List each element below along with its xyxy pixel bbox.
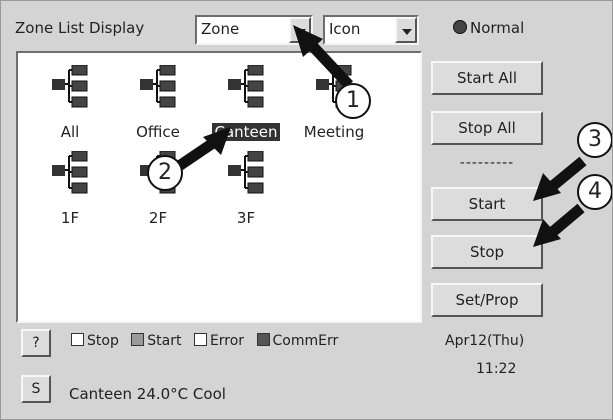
callout-4: 4 bbox=[577, 174, 612, 210]
callout-3: 3 bbox=[577, 122, 612, 158]
callout-2: 2 bbox=[147, 155, 183, 191]
annotation-arrows bbox=[175, 25, 587, 247]
callout-1: 1 bbox=[335, 83, 371, 119]
arrow-2-shaft bbox=[175, 136, 220, 171]
zone-list-screen: Zone List Display Zone Icon Normal All O… bbox=[0, 0, 613, 420]
arrow-4-shaft bbox=[545, 203, 585, 240]
